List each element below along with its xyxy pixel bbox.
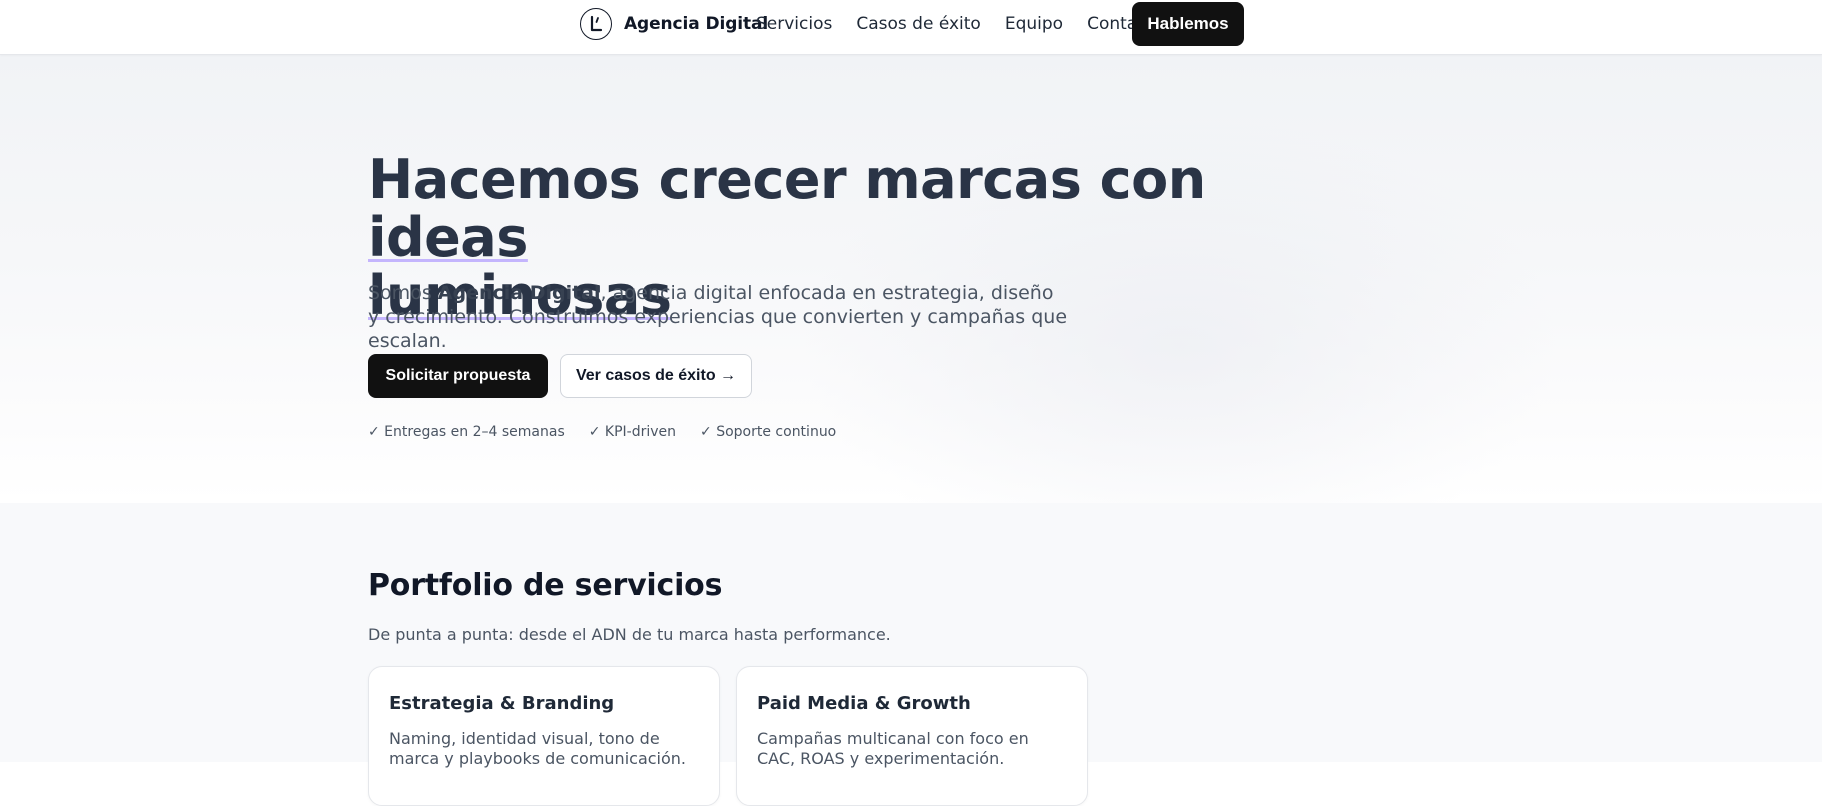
hero-subtitle-prefix: Somos	[368, 282, 438, 304]
hero-perks: ✓ Entregas en 2–4 semanas ✓ KPI-driven ✓…	[368, 422, 860, 442]
service-card-description: Campañas multicanal con foco en CAC, ROA…	[757, 729, 1029, 768]
service-card-title: Paid Media & Growth	[757, 693, 971, 714]
brand-logo-icon	[580, 8, 612, 40]
site-header: Agencia Digital Servicios Casos de éxito…	[0, 0, 1822, 55]
brand-name: Agencia Digital	[624, 14, 769, 34]
nav-link-servicios[interactable]: Servicios	[756, 14, 832, 34]
portfolio-section: Portfolio de servicios De punta a punta:…	[0, 503, 1822, 806]
ver-casos-button[interactable]: Ver casos de éxito →	[560, 354, 752, 398]
hero-title-highlight-ideas: ideas	[368, 206, 528, 269]
service-card-paid-media-growth[interactable]: Paid Media & Growth Campañas multicanal …	[736, 666, 1088, 806]
brand[interactable]: Agencia Digital	[580, 7, 768, 41]
service-card-description: Naming, identidad visual, tono de marca …	[389, 729, 686, 768]
hero-subtitle-brand: Agencia Digital	[437, 282, 601, 304]
portfolio-subtitle: De punta a punta: desde el ADN de tu mar…	[368, 625, 891, 644]
hablemos-button[interactable]: Hablemos	[1132, 2, 1244, 46]
solicitar-propuesta-button[interactable]: Solicitar propuesta	[368, 354, 548, 398]
nav-link-equipo[interactable]: Equipo	[1005, 14, 1063, 34]
perk-item: ✓ Entregas en 2–4 semanas	[368, 424, 565, 440]
perk-item: ✓ KPI-driven	[588, 424, 677, 440]
service-card-estrategia-branding[interactable]: Estrategia & Branding Naming, identidad …	[368, 666, 720, 806]
main-nav: Servicios Casos de éxito Equipo Contacto	[756, 10, 1188, 38]
portfolio-title: Portfolio de servicios	[368, 568, 723, 603]
service-card-title: Estrategia & Branding	[389, 693, 615, 714]
hero-subtitle: Somos Agencia Digital, agencia digital e…	[368, 281, 1068, 353]
perk-item: ✓ Soporte continuo	[700, 424, 837, 440]
hero-section: Hacemos crecer marcas con ideas luminosas…	[0, 55, 1822, 503]
nav-link-casos-de-exito[interactable]: Casos de éxito	[856, 14, 980, 34]
hero-title-text: Hacemos crecer marcas con	[368, 148, 1206, 211]
